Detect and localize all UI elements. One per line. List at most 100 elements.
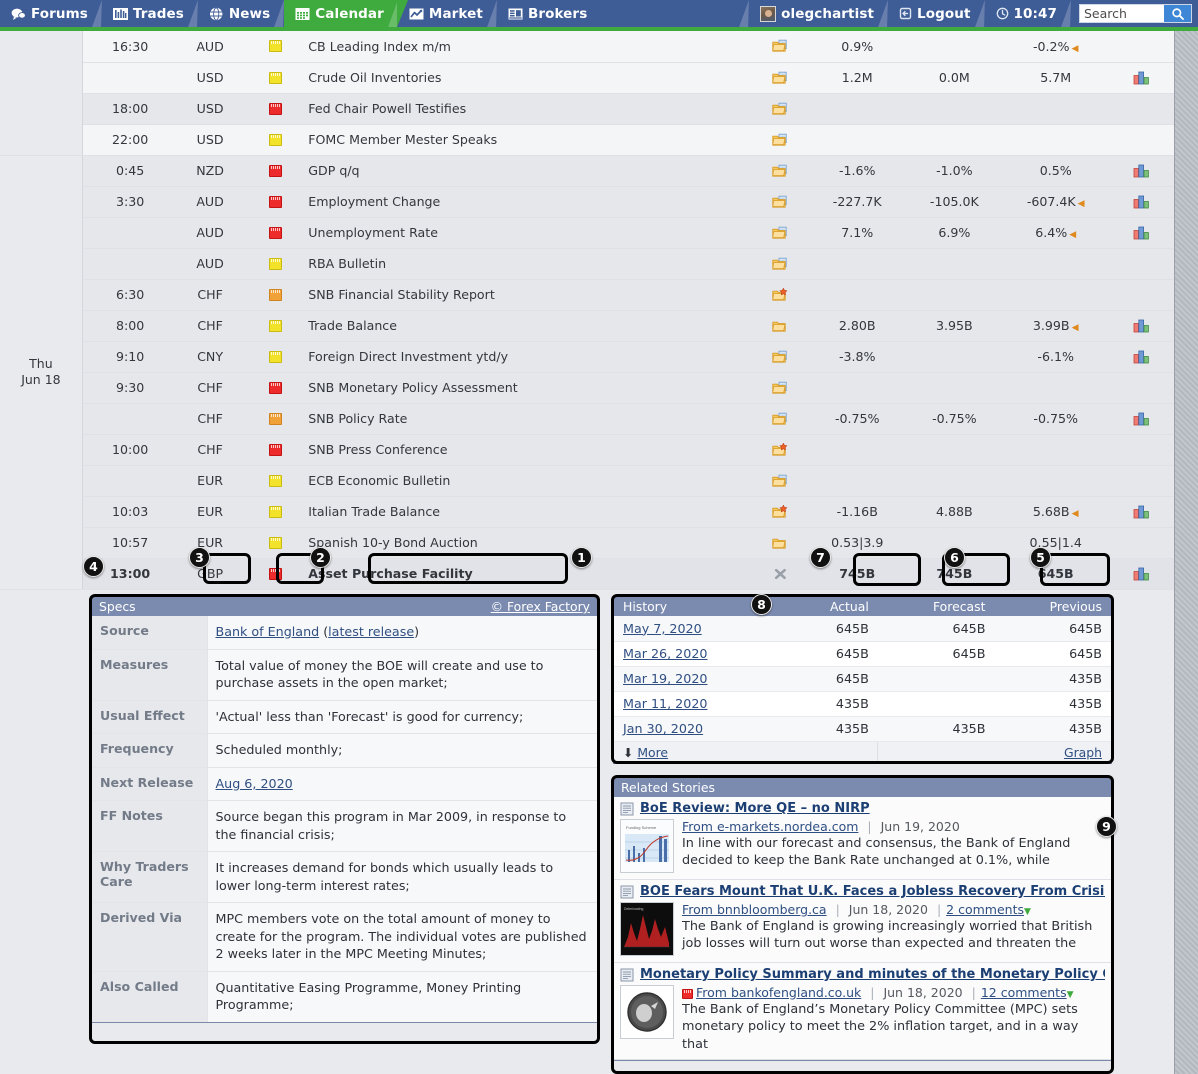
event-name-cell[interactable]: SNB Policy Rate [308,403,752,435]
event-detail-toggle[interactable] [751,248,809,280]
spec-next-release-link[interactable]: Aug 6, 2020 [216,776,293,791]
calendar-row[interactable]: 10:00 CHF SNB Press Conference [0,434,1174,466]
event-name-cell[interactable]: Spanish 10-y Bond Auction [308,527,752,559]
story-item[interactable]: BoE Review: More QE – no NIRP Funding Sc… [614,797,1111,880]
currency-cell[interactable]: AUD [177,31,243,63]
graph-toggle-cell[interactable] [1108,155,1174,187]
calendar-row[interactable]: 22:00 USD FOMC Member Mester Speaks [0,124,1174,156]
event-detail-toggle[interactable] [751,434,809,466]
graph-toggle-cell[interactable] [1108,496,1174,528]
currency-cell[interactable]: CHF [177,310,243,342]
event-name-cell[interactable]: RBA Bulletin [308,248,752,280]
impact-icon-cell[interactable] [242,558,309,590]
currency-cell[interactable]: AUD [177,186,243,218]
calendar-row[interactable]: 16:30 AUD CB Leading Index m/m 0.9% -0.2… [0,31,1174,156]
history-date-link[interactable]: Mar 11, 2020 [623,696,707,711]
impact-icon-cell[interactable] [242,310,309,342]
currency-cell[interactable]: EUR [177,465,243,497]
history-row[interactable]: May 7, 2020 645B 645B 645B [614,616,1111,642]
impact-icon-cell[interactable] [242,279,309,311]
history-date-link[interactable]: Jan 30, 2020 [623,721,703,736]
nav-item-market[interactable]: Market [398,0,496,27]
chevron-down-icon[interactable]: ▼ [1024,907,1031,917]
event-name-cell[interactable]: Crude Oil Inventories [308,62,752,94]
nav-item-forums[interactable]: Forums [0,0,101,27]
story-thumbnail[interactable] [620,985,674,1039]
history-more-cell[interactable]: ⬇ More [614,741,878,763]
event-detail-toggle[interactable] [751,341,809,373]
calendar-row[interactable]: AUD RBA Bulletin [0,248,1174,280]
event-name-cell[interactable]: Foreign Direct Investment ytd/y [308,341,752,373]
history-date-cell[interactable]: Mar 26, 2020 [614,641,784,667]
story-comments-link[interactable]: 12 comments [981,985,1067,1000]
impact-icon-cell[interactable] [242,124,309,156]
graph-toggle-cell[interactable] [1108,310,1174,342]
search-input[interactable] [1080,5,1164,22]
story-thumbnail[interactable]: Funding Scheme [620,819,674,873]
calendar-row[interactable]: 9:10 CNY Foreign Direct Investment ytd/y… [0,341,1174,373]
story-source-link[interactable]: From bankofengland.co.uk [696,985,861,1000]
currency-cell[interactable]: USD [177,93,243,125]
impact-icon-cell[interactable] [242,155,309,187]
event-detail-toggle[interactable] [751,186,809,218]
logout-button[interactable]: Logout [888,0,983,27]
event-detail-toggle[interactable] [751,465,809,497]
impact-icon-cell[interactable] [242,31,309,63]
impact-icon-cell[interactable] [242,93,309,125]
impact-icon-cell[interactable] [242,341,309,373]
impact-icon-cell[interactable] [242,186,309,218]
story-title-link[interactable]: BOE Fears Mount That U.K. Faces a Jobles… [640,884,1105,899]
currency-cell[interactable]: USD [177,62,243,94]
graph-toggle-cell[interactable] [1108,186,1174,218]
calendar-row[interactable]: 9:30 CHF SNB Monetary Policy Assessment [0,372,1174,404]
currency-cell[interactable]: EUR [177,527,243,559]
currency-cell[interactable]: CHF [177,434,243,466]
story-comments-link[interactable]: 2 comments [946,902,1024,917]
history-graph-link[interactable]: Graph [1064,745,1102,760]
event-detail-toggle[interactable] [751,558,809,590]
impact-icon-cell[interactable] [242,403,309,435]
nav-item-news[interactable]: News [198,0,283,27]
currency-cell[interactable]: AUD [177,248,243,280]
forex-factory-copyright-link[interactable]: © Forex Factory [491,599,590,614]
event-name-cell[interactable]: SNB Financial Stability Report [308,279,752,311]
history-more-link[interactable]: More [637,745,668,760]
calendar-row[interactable]: 3:30 AUD Employment Change -227.7K -105.… [0,186,1174,218]
story-source-link[interactable]: From bnnbloomberg.ca [682,902,827,917]
event-name-cell[interactable]: Fed Chair Powell Testifies [308,93,752,125]
graph-toggle-cell[interactable] [1108,403,1174,435]
history-row[interactable]: Mar 19, 2020 645B 435B [614,666,1111,692]
calendar-row[interactable]: 8:00 CHF Trade Balance 2.80B 3.95B 3.99B… [0,310,1174,342]
currency-cell[interactable]: AUD [177,217,243,249]
event-detail-toggle[interactable] [751,279,809,311]
story-title-link[interactable]: Monetary Policy Summary and minutes of t… [640,967,1105,982]
history-date-link[interactable]: Mar 26, 2020 [623,646,707,661]
spec-source-link[interactable]: Bank of England [216,624,320,639]
event-detail-toggle[interactable] [751,496,809,528]
event-name-cell[interactable]: FOMC Member Mester Speaks [308,124,752,156]
event-name-cell[interactable]: GDP q/q [308,155,752,187]
calendar-row[interactable]: USD Crude Oil Inventories 1.2M 0.0M 5.7M [0,62,1174,94]
event-detail-toggle[interactable] [751,31,809,63]
currency-cell[interactable]: CHF [177,403,243,435]
currency-cell[interactable]: GBP [177,558,243,590]
event-name-cell[interactable]: SNB Monetary Policy Assessment [308,372,752,404]
event-detail-toggle[interactable] [751,372,809,404]
event-detail-toggle[interactable] [751,527,809,559]
calendar-row[interactable]: 6:30 CHF SNB Financial Stability Report [0,279,1174,311]
event-name-cell[interactable]: Employment Change [308,186,752,218]
currency-cell[interactable]: CHF [177,372,243,404]
event-name-cell[interactable]: Unemployment Rate [308,217,752,249]
graph-toggle-cell[interactable] [1108,62,1174,94]
event-detail-toggle[interactable] [751,93,809,125]
event-name-cell[interactable]: Asset Purchase Facility [308,558,752,590]
history-date-link[interactable]: May 7, 2020 [623,621,702,636]
history-row[interactable]: Jan 30, 2020 435B 435B 435B [614,716,1111,742]
currency-cell[interactable]: CNY [177,341,243,373]
event-detail-toggle[interactable] [751,310,809,342]
user-account-menu[interactable]: olegchartist [749,0,887,27]
event-detail-toggle[interactable] [751,217,809,249]
event-detail-toggle[interactable] [751,124,809,156]
impact-icon-cell[interactable] [242,248,309,280]
nav-item-brokers[interactable]: Brokers [497,0,600,27]
